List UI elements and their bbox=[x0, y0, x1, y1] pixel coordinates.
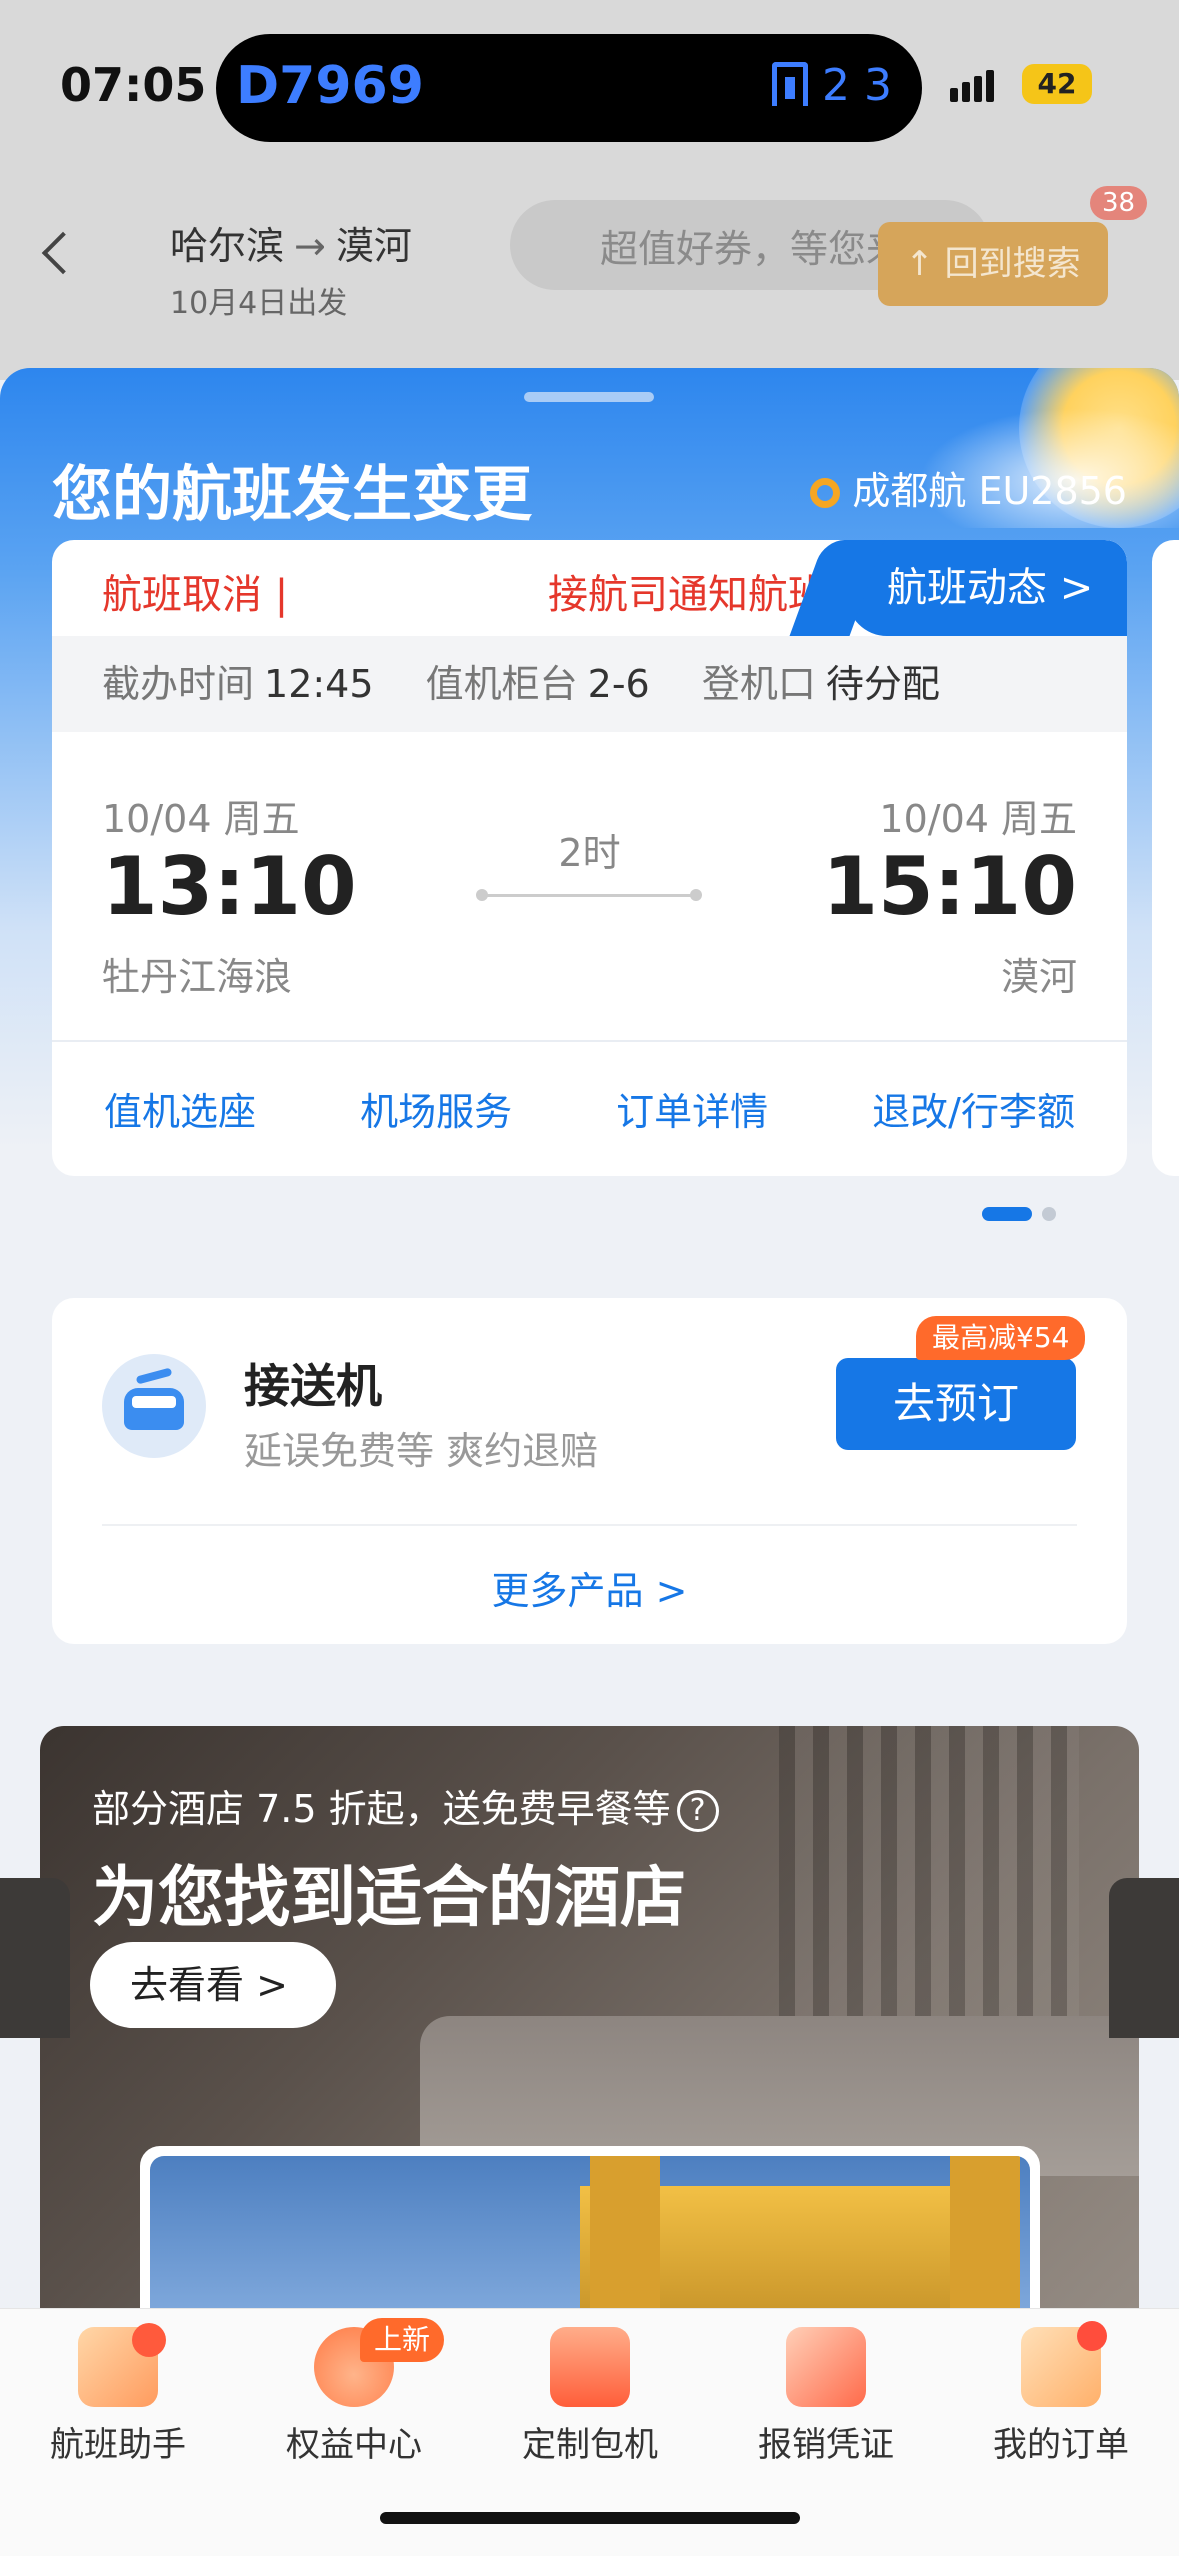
arrival-airport: 漠河 bbox=[1000, 955, 1077, 999]
flight-card[interactable]: 航班取消 | 接航司通知航班 航班动态 > 截办时间 12:45 值机柜台 2-6 … bbox=[52, 540, 1127, 1176]
hotel-subtitle: 部分酒店 7.5 折起，送免费早餐等? bbox=[92, 1778, 719, 1833]
promo-badge: 最高减¥54 bbox=[916, 1316, 1086, 1360]
airport-transfer-card: 接送机 延误免费等 爽约退赔 去预订 最高减¥54 更多产品 > bbox=[52, 1298, 1127, 1644]
status-time: 07:05 bbox=[60, 58, 207, 112]
departure-airport: 牡丹江海浪 bbox=[102, 955, 293, 999]
tab-label: 报销凭证 bbox=[758, 2425, 894, 2465]
tab-label: 定制包机 bbox=[522, 2425, 658, 2465]
hotel-photo bbox=[150, 2156, 1030, 2308]
divider bbox=[102, 1524, 1077, 1526]
prev-hotel-peek[interactable] bbox=[0, 1878, 70, 2038]
tab-flight-assistant[interactable]: 航班助手 bbox=[0, 2323, 236, 2466]
hotel-title: 为您找到适合的酒店 bbox=[92, 1859, 686, 1936]
help-icon[interactable]: ? bbox=[676, 1790, 719, 1832]
ring-icon bbox=[810, 478, 841, 508]
transfer-title: 接送机 bbox=[244, 1359, 382, 1413]
notification-badge: 38 bbox=[1090, 186, 1148, 220]
signal-icon bbox=[950, 70, 998, 106]
live-flight-code: D7969 bbox=[236, 56, 424, 116]
flight-actions: 值机选座 机场服务 订单详情 退改/行李额 bbox=[52, 1042, 1127, 1174]
flight-assistant-icon bbox=[78, 2323, 166, 2407]
arrival-time: 15:10 bbox=[822, 840, 1077, 933]
battery-icon: 42 bbox=[1022, 64, 1092, 104]
gate-icon bbox=[772, 62, 808, 106]
tab-label: 航班助手 bbox=[50, 2425, 186, 2465]
transfer-subtitle: 延误免费等 爽约退赔 bbox=[244, 1429, 599, 1473]
book-transfer-button[interactable]: 去预订 bbox=[836, 1358, 1076, 1450]
hotel-photo-card[interactable] bbox=[140, 2146, 1040, 2308]
my-orders-icon bbox=[1021, 2321, 1107, 2407]
hotel-banner[interactable]: 部分酒店 7.5 折起，送免费早餐等? 为您找到适合的酒店 去看看 > bbox=[40, 1726, 1139, 2308]
arrival-date: 10/04 周五 bbox=[879, 797, 1077, 841]
background-date: 10月4日出发 bbox=[170, 286, 348, 321]
more-products-link[interactable]: 更多产品 > bbox=[52, 1560, 1127, 1615]
next-card-peek[interactable] bbox=[1152, 540, 1179, 1176]
charter-icon bbox=[550, 2327, 630, 2407]
tab-charter[interactable]: 定制包机 bbox=[472, 2327, 708, 2466]
sheet-drag-handle[interactable] bbox=[524, 392, 654, 402]
tab-label: 我的订单 bbox=[993, 2425, 1129, 2465]
tab-my-orders[interactable]: 我的订单 bbox=[943, 2321, 1179, 2466]
card-pager bbox=[982, 1206, 1066, 1225]
flight-cancelled-label: 航班取消 | bbox=[102, 572, 289, 618]
view-hotels-button[interactable]: 去看看 > bbox=[90, 1942, 336, 2028]
pager-dot-active bbox=[982, 1207, 1032, 1221]
next-flight-link[interactable]: 成都航 EU2856 bbox=[810, 460, 1127, 515]
flight-status-tab[interactable]: 航班动态 > bbox=[847, 540, 1127, 636]
duration-line bbox=[476, 889, 702, 901]
flight-times: 10/04 周五 13:10 牡丹江海浪 2时 10/04 周五 15:10 漠… bbox=[52, 732, 1127, 1042]
receipt-icon bbox=[786, 2327, 866, 2407]
back-to-search-button: ↑ 回到搜索 bbox=[878, 222, 1108, 306]
new-badge: 上新 bbox=[360, 2318, 445, 2362]
car-icon bbox=[102, 1354, 206, 1458]
checkin-info: 截办时间 12:45 值机柜台 2-6 登机口 待分配 bbox=[52, 636, 1127, 732]
tab-label: 权益中心 bbox=[286, 2425, 422, 2465]
order-details-button[interactable]: 订单详情 bbox=[616, 1081, 768, 1136]
tab-receipt[interactable]: 报销凭证 bbox=[708, 2327, 944, 2466]
flight-change-sheet: 您的航班发生变更 成都航 EU2856 航班取消 | 接航司通知航班 航班动态 … bbox=[0, 368, 1179, 2308]
checkin-seat-button[interactable]: 值机选座 bbox=[104, 1081, 256, 1136]
next-hotel-peek[interactable] bbox=[1109, 1878, 1179, 2038]
pager-dot bbox=[1042, 1207, 1056, 1221]
airport-service-button[interactable]: 机场服务 bbox=[360, 1081, 512, 1136]
background-route: 哈尔滨 → 漠河 bbox=[170, 224, 412, 268]
refund-baggage-button[interactable]: 退改/行李额 bbox=[872, 1081, 1075, 1136]
live-gate: 2 3 bbox=[772, 60, 892, 111]
home-indicator[interactable] bbox=[380, 2512, 800, 2524]
sheet-title: 您的航班发生变更 bbox=[52, 460, 532, 530]
